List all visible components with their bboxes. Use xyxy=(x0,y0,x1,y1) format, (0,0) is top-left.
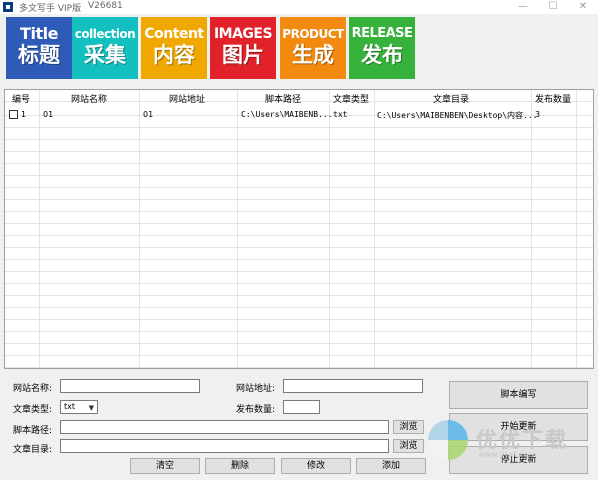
tile-product-zh: 生成 xyxy=(292,43,334,67)
publish-count-label: 发布数量: xyxy=(236,405,276,415)
watermark-logo-icon xyxy=(428,420,468,460)
clear-button[interactable]: 清空 xyxy=(130,458,200,474)
watermark-url: www.yyxt.com xyxy=(478,450,537,459)
cell-site-url[interactable]: 01 xyxy=(143,110,153,119)
toolbar-content-button[interactable]: Content 内容 xyxy=(141,17,207,79)
column-divider xyxy=(139,90,140,368)
toolbar-title-button[interactable]: Title 标题 xyxy=(6,17,72,79)
site-url-input[interactable] xyxy=(283,379,423,393)
tile-product-en: PRODUCT xyxy=(282,27,344,41)
column-header-article-dir[interactable]: 文章目录 xyxy=(433,92,469,105)
add-button[interactable]: 添加 xyxy=(356,458,426,474)
publish-count-input[interactable] xyxy=(283,400,320,414)
column-header-publish-count[interactable]: 发布数量 xyxy=(535,92,571,105)
row-checkbox[interactable] xyxy=(9,110,18,119)
browse-script-button[interactable]: 浏览 xyxy=(393,420,424,434)
modify-button[interactable]: 修改 xyxy=(281,458,351,474)
tile-release-en: RELEASE xyxy=(351,26,413,41)
column-divider xyxy=(576,90,577,368)
browse-dir-button[interactable]: 浏览 xyxy=(393,439,424,453)
toolbar-collection-button[interactable]: collection 采集 xyxy=(72,17,138,79)
article-type-label: 文章类型: xyxy=(13,405,53,415)
grid-lines xyxy=(5,90,593,368)
window-title: 多文写手 VIP版 xyxy=(19,4,82,14)
site-name-label: 网站名称: xyxy=(13,384,53,394)
chevron-down-icon: ▼ xyxy=(88,404,94,412)
tile-collection-en: collection xyxy=(74,27,136,41)
cell-article-dir[interactable]: C:\Users\MAIBENBEN\Desktop\内容... xyxy=(377,110,538,121)
column-divider xyxy=(39,90,40,368)
tile-images-zh: 图片 xyxy=(222,43,264,67)
toolbar-release-button[interactable]: RELEASE 发布 xyxy=(349,17,415,79)
toolbar-images-button[interactable]: IMAGES 图片 xyxy=(210,17,276,79)
article-table[interactable]: 编号 网站名称 网站地址 脚本路径 文章类型 文章目录 发布数量 1 01 01… xyxy=(4,89,594,369)
delete-button[interactable]: 删除 xyxy=(205,458,275,474)
site-url-label: 网站地址: xyxy=(236,384,276,394)
tile-images-en: IMAGES xyxy=(213,26,273,42)
column-divider xyxy=(237,90,238,368)
script-edit-button[interactable]: 脚本编写 xyxy=(449,381,588,409)
title-bar: 多文写手 VIP版 V26681 — ☐ ✕ xyxy=(0,0,598,14)
column-header-article-type[interactable]: 文章类型 xyxy=(333,92,369,105)
column-divider xyxy=(329,90,330,368)
article-dir-label: 文章目录: xyxy=(13,445,53,455)
window-version: V26681 xyxy=(88,1,123,11)
column-header-site-url[interactable]: 网站地址 xyxy=(169,92,205,105)
maximize-button[interactable]: ☐ xyxy=(538,0,568,14)
tile-title-en: Title xyxy=(20,24,58,43)
cell-article-type[interactable]: txt xyxy=(333,110,347,119)
app-icon xyxy=(3,2,13,12)
tile-release-zh: 发布 xyxy=(361,43,403,67)
article-type-value: txt xyxy=(64,402,76,411)
cell-script-path[interactable]: C:\Users\MAIBENB... xyxy=(241,110,333,119)
close-button[interactable]: ✕ xyxy=(568,0,598,14)
script-path-input[interactable] xyxy=(60,420,389,434)
cell-publish-count[interactable]: 3 xyxy=(535,110,540,119)
tile-content-zh: 内容 xyxy=(153,43,195,67)
column-header-site-name[interactable]: 网站名称 xyxy=(71,92,107,105)
toolbar-product-button[interactable]: PRODUCT 生成 xyxy=(280,17,346,79)
cell-id[interactable]: 1 xyxy=(21,110,26,119)
column-divider xyxy=(374,90,375,368)
column-header-id[interactable]: 编号 xyxy=(12,92,30,105)
tile-collection-zh: 采集 xyxy=(84,43,126,67)
tile-content-en: Content xyxy=(144,26,204,42)
column-header-script-path[interactable]: 脚本路径 xyxy=(265,92,301,105)
column-divider xyxy=(531,90,532,368)
minimize-button[interactable]: — xyxy=(508,0,538,14)
script-path-label: 脚本路径: xyxy=(13,426,53,436)
cell-site-name[interactable]: 01 xyxy=(43,110,53,119)
article-dir-input[interactable] xyxy=(60,439,389,453)
article-type-select[interactable]: txt ▼ xyxy=(60,400,98,414)
tile-title-zh: 标题 xyxy=(18,43,60,67)
site-name-input[interactable] xyxy=(60,379,200,393)
